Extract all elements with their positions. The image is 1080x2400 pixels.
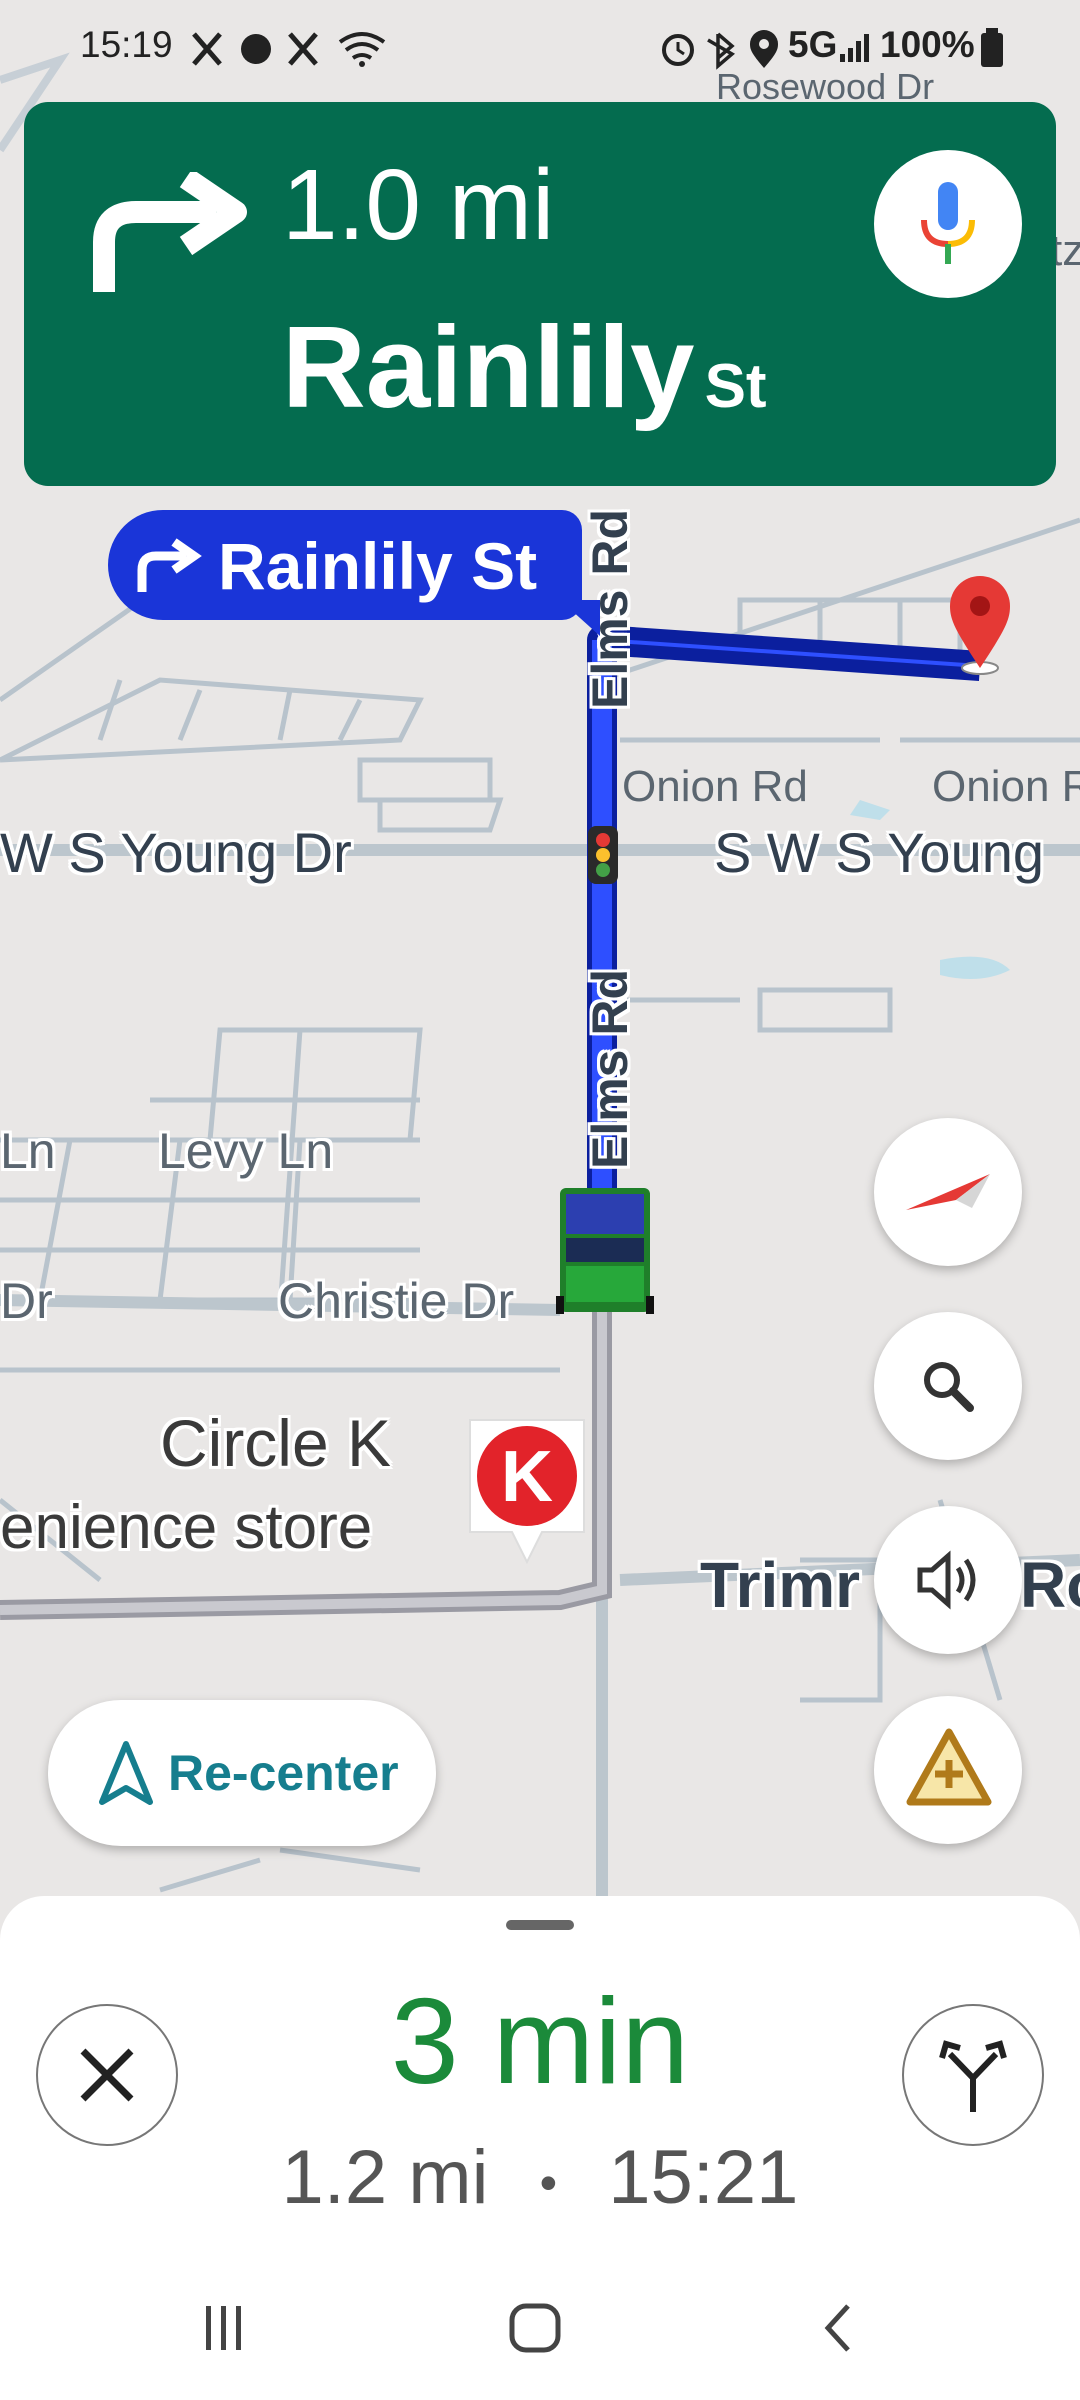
map-label-onion-r: Onion R	[932, 762, 1080, 811]
status-system-icons	[662, 30, 778, 70]
sheet-drag-handle[interactable]	[506, 1920, 574, 1930]
status-network: 5G	[788, 24, 838, 65]
exit-navigation-button[interactable]	[36, 2004, 178, 2146]
signal-icon	[840, 34, 869, 62]
status-battery-percent: 100%	[880, 24, 975, 65]
circle-k-logo-letter: K	[501, 1437, 553, 1517]
separator-dot: •	[539, 2154, 558, 2211]
turn-distance: 1.0 mi	[282, 149, 555, 261]
trip-summary: 1.2 mi • 15:21	[0, 2134, 1080, 2221]
x-icon	[192, 32, 222, 66]
navigation-arrow-icon	[99, 1741, 153, 1805]
arrival-time: 15:21	[608, 2135, 799, 2220]
map-label-store-type: enience store	[0, 1493, 373, 1562]
home-icon[interactable]	[506, 2300, 566, 2356]
next-turn-callout[interactable]: Rainlily St	[108, 510, 582, 620]
status-notification-icons	[192, 32, 386, 67]
wifi-icon	[338, 32, 386, 67]
turn-right-small-icon	[137, 538, 202, 592]
bluetooth-icon	[707, 32, 736, 70]
map-label-young-right: S W S Young	[714, 821, 1045, 884]
map-label-dr-left: Dr	[0, 1273, 53, 1329]
street-name: Rainlily	[282, 302, 695, 432]
compass-button[interactable]	[874, 1118, 1022, 1266]
alarm-icon	[662, 34, 694, 66]
map-label-young-left: W S Young Dr	[0, 821, 352, 884]
map-label-ln-left: Ln	[0, 1123, 56, 1179]
report-incident-icon	[906, 1728, 992, 1806]
route-options-icon	[939, 2040, 1007, 2112]
map-label-elms-mid: Elms Rd	[582, 968, 639, 1170]
battery-icon	[981, 28, 1003, 67]
street-suffix: St	[704, 352, 767, 421]
map-label-levy-ln: Levy Ln	[158, 1123, 334, 1179]
compass-icon	[906, 1174, 990, 1210]
map-label-ro: Ro	[1020, 1549, 1080, 1621]
turn-street-name: Rainlily St	[282, 302, 767, 452]
map-label-christie-dr: Christie Dr	[278, 1273, 515, 1329]
map-label-circle-k: Circle K	[160, 1406, 392, 1480]
sound-button[interactable]	[874, 1506, 1022, 1654]
callout-tail	[560, 600, 600, 636]
map-label-trimr: Trimr	[700, 1549, 861, 1621]
remaining-distance: 1.2 mi	[281, 2135, 489, 2220]
recenter-label: Re-center	[168, 1745, 399, 1801]
turn-right-icon	[93, 172, 247, 292]
voice-search-button[interactable]	[874, 150, 1022, 298]
close-icon	[80, 2048, 134, 2102]
route-options-button[interactable]	[902, 2004, 1044, 2146]
mic-icon	[921, 182, 975, 264]
x-icon	[288, 32, 318, 66]
callout-street: Rainlily St	[218, 529, 538, 603]
traffic-light-icon	[588, 826, 618, 884]
map-label-onion-rd: Onion Rd	[622, 762, 808, 811]
status-bar: 15:19 5G 100%	[0, 0, 1080, 96]
status-time: 15:19	[80, 24, 173, 65]
location-icon	[750, 30, 778, 68]
dot-icon	[241, 34, 271, 64]
report-incident-button[interactable]	[874, 1696, 1022, 1844]
search-along-route-button[interactable]	[874, 1312, 1022, 1460]
vehicle-truck-icon	[556, 1188, 654, 1314]
recents-icon[interactable]	[200, 2300, 248, 2356]
navigation-banner[interactable]: 1.0 mi Rainlily St	[24, 102, 1056, 486]
search-icon	[924, 1362, 974, 1412]
recenter-button[interactable]: Re-center	[48, 1700, 436, 1846]
back-icon[interactable]	[818, 2300, 858, 2356]
volume-icon	[917, 1550, 976, 1610]
